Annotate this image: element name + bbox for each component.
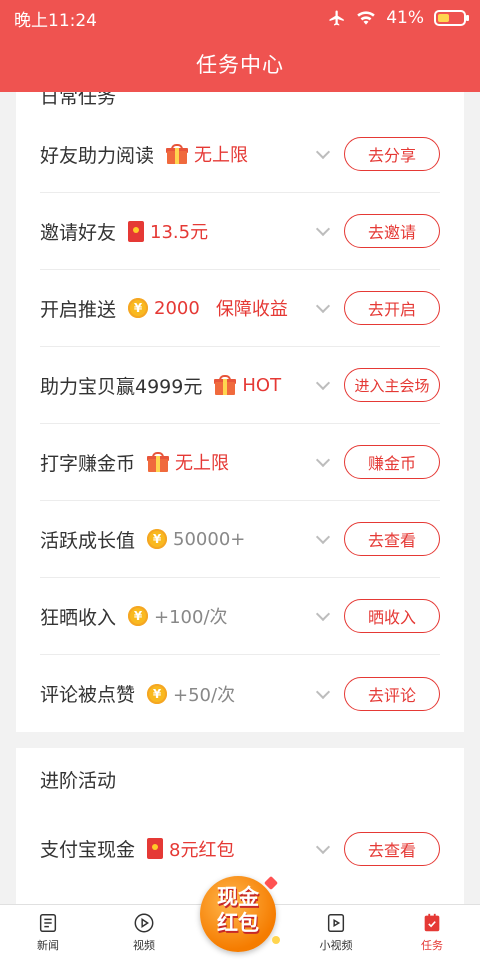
nav-news-label: 新闻 (37, 939, 59, 952)
chevron-down-icon[interactable] (315, 684, 331, 699)
nav-task[interactable]: 任务 (384, 905, 480, 960)
task-reward: 8元红包 (147, 836, 234, 862)
daily-tasks-card: 日常任务 好友助力阅读 无上限 去分享 邀请好友 13.5元 去邀请 开启推送 ¥2000 保障… (16, 92, 464, 732)
chevron-down-icon[interactable] (315, 375, 331, 391)
task-title: 打字赚金币 (40, 452, 136, 475)
nav-video-label: 视频 (133, 939, 155, 952)
task-row[interactable]: 打字赚金币 无上限 赚金币 (40, 424, 440, 501)
gift-icon (214, 375, 237, 395)
task-title: 评论被点赞 (40, 684, 136, 706)
coin-icon: ¥ (128, 298, 149, 318)
task-row[interactable]: 好友助力阅读 无上限 去分享 (40, 116, 440, 193)
coin-icon: ¥ (147, 529, 168, 549)
chevron-down-icon[interactable] (315, 144, 331, 160)
task-icon (424, 913, 440, 932)
task-title: 好友助力阅读 (40, 144, 155, 167)
reward-text: HOT (242, 374, 282, 396)
task-action-button[interactable]: 去分享 (344, 137, 440, 171)
header: 晚上11:24 41% 任务中心 (0, 0, 480, 92)
task-reward: 13.5元 (128, 218, 208, 244)
task-reward: 无上限 (166, 141, 248, 167)
status-icons: 41% (328, 8, 469, 28)
page-title: 任务中心 (196, 53, 284, 77)
task-row[interactable]: 邀请好友 13.5元 去邀请 (40, 193, 440, 270)
chevron-down-icon[interactable] (315, 221, 331, 237)
section-title: 进阶活动 (40, 769, 117, 792)
cash-badge-text: 现金 红包 (217, 885, 259, 935)
battery-percent: 41% (386, 8, 424, 28)
chevron-down-icon[interactable] (315, 298, 331, 314)
gift-icon (147, 452, 170, 472)
task-row[interactable]: 狂晒收入 ¥ +100/次 晒收入 (40, 578, 440, 655)
task-row[interactable]: 评论被点赞 ¥ +50/次 去评论 (40, 655, 440, 732)
task-row[interactable]: 开启推送 ¥2000 保障收益 去开启 (40, 270, 440, 347)
task-reward: ¥2000 (128, 298, 200, 319)
reward-text: +100/次 (154, 607, 228, 628)
nav-video[interactable]: 视频 (96, 905, 192, 960)
nav-short-video-label: 小视频 (319, 939, 353, 952)
short-video-icon (327, 914, 345, 932)
reward-text: +50/次 (173, 684, 236, 706)
task-title: 邀请好友 (40, 221, 117, 244)
section-title-partial: 日常任务 (40, 92, 117, 108)
nav-task-label: 任务 (421, 939, 443, 952)
task-action-button[interactable]: 进入主会场 (344, 368, 440, 402)
coin-icon: ¥ (128, 606, 149, 626)
news-icon (39, 914, 57, 932)
reward-text: 2000 (154, 297, 200, 319)
reward-extra-text: 保障收益 (215, 299, 288, 320)
reward-text: 无上限 (194, 145, 249, 166)
task-title: 助力宝贝赢4999元 (40, 375, 203, 398)
task-reward: ¥ +100/次 (128, 603, 228, 629)
reward-text: 8元红包 (169, 839, 235, 861)
task-title: 开启推送 (40, 298, 117, 321)
task-reward: HOT (214, 375, 281, 396)
gift-icon (166, 144, 189, 164)
task-title: 狂晒收入 (40, 606, 117, 629)
task-title: 活跃成长值 (40, 529, 136, 552)
task-action-button[interactable]: 去查看 (344, 831, 440, 866)
task-action-button[interactable]: 去邀请 (344, 214, 440, 248)
task-action-button[interactable]: 去查看 (344, 522, 440, 556)
chevron-down-icon[interactable] (315, 839, 331, 854)
video-icon (134, 913, 154, 933)
reward-text: 13.5元 (150, 222, 209, 243)
task-row[interactable]: 活跃成长值 ¥50000+ 去查看 (40, 501, 440, 578)
chevron-down-icon[interactable] (315, 606, 331, 622)
task-action-button[interactable]: 去评论 (344, 676, 440, 711)
airplane-icon (329, 10, 344, 26)
task-reward: ¥50000+ (147, 529, 245, 550)
task-action-button[interactable]: 晒收入 (344, 599, 440, 633)
coin-icon: ¥ (147, 683, 168, 704)
red-envelope-icon (147, 838, 164, 859)
task-action-button[interactable]: 赚金币 (344, 445, 440, 479)
task-action-button[interactable]: 去开启 (344, 291, 440, 325)
wifi-icon (357, 11, 375, 25)
task-list: 好友助力阅读 无上限 去分享 邀请好友 13.5元 去邀请 开启推送 ¥2000 保障收益 去开启… (16, 116, 464, 732)
reward-text: 无上限 (175, 453, 230, 474)
nav-short-video[interactable]: 小视频 (288, 905, 384, 960)
red-envelope-icon (128, 220, 145, 242)
task-row[interactable]: 助力宝贝赢4999元 HOT 进入主会场 (40, 347, 440, 424)
status-bar: 晚上11:24 41% (0, 0, 480, 36)
reward-text: 50000+ (173, 528, 246, 550)
chevron-down-icon[interactable] (315, 529, 331, 545)
nav-news[interactable]: 新闻 (0, 905, 96, 960)
cash-red-packet-button[interactable]: 现金 红包 (196, 872, 284, 952)
status-time: 晚上11:24 (14, 10, 97, 31)
task-reward: 无上限 (147, 449, 229, 475)
chevron-down-icon[interactable] (315, 452, 331, 468)
task-reward: ¥ +50/次 (147, 681, 235, 707)
sparkle-icon (272, 936, 280, 944)
battery-icon (434, 10, 469, 26)
task-title: 支付宝现金 (40, 839, 136, 861)
